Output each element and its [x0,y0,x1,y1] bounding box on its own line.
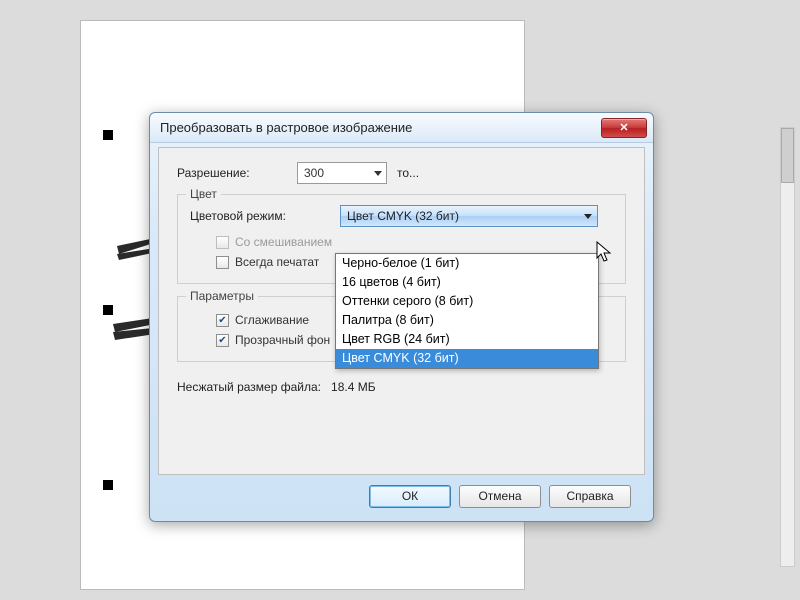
cancel-label: Отмена [478,489,521,503]
antialias-checkbox[interactable] [216,314,229,327]
chevron-down-icon [374,171,382,176]
vertical-scrollbar[interactable] [780,127,795,567]
list-bullet [103,480,113,490]
close-button[interactable] [601,118,647,138]
antialias-label: Сглаживание [235,313,309,327]
option-16colors-4bit[interactable]: 16 цветов (4 бит) [336,273,598,292]
list-bullet [103,305,113,315]
ok-label: ОК [402,489,418,503]
overprint-checkbox[interactable] [216,256,229,269]
color-mode-value: Цвет CMYK (32 бит) [347,209,459,223]
dialog-titlebar[interactable]: Преобразовать в растровое изображение [150,113,653,143]
dither-checkbox [216,236,229,249]
ok-button[interactable]: ОК [369,485,451,508]
list-bullet [103,130,113,140]
resolution-units: то... [397,166,419,180]
option-grayscale-8bit[interactable]: Оттенки серого (8 бит) [336,292,598,311]
chevron-down-icon[interactable] [581,208,595,224]
resolution-value: 300 [304,166,324,180]
filesize-value: 18.4 МБ [331,380,376,394]
overprint-label: Всегда печатат [235,255,319,269]
help-label: Справка [566,489,613,503]
filesize-row: Несжатый размер файла: 18.4 МБ [177,380,626,394]
transparent-label: Прозрачный фон [235,333,330,347]
color-mode-label: Цветовой режим: [190,209,340,223]
help-button[interactable]: Справка [549,485,631,508]
option-cmyk-32bit[interactable]: Цвет CMYK (32 бит) [336,349,598,368]
option-bw-1bit[interactable]: Черно-белое (1 бит) [336,254,598,273]
resolution-label: Разрешение: [177,166,297,180]
option-palette-8bit[interactable]: Палитра (8 бит) [336,311,598,330]
transparent-checkbox[interactable] [216,334,229,347]
params-group-legend: Параметры [186,289,258,303]
dialog-button-bar: ОК Отмена Справка [158,479,645,513]
scrollbar-thumb[interactable] [781,128,794,183]
color-group-legend: Цвет [186,187,221,201]
mouse-cursor-icon [596,241,614,263]
color-mode-dropdown[interactable]: Черно-белое (1 бит) 16 цветов (4 бит) От… [335,253,599,369]
dither-label: Со смешиванием [235,235,332,249]
dither-checkbox-row: Со смешиванием [216,235,613,249]
filesize-label: Несжатый размер файла: [177,380,321,394]
resolution-row: Разрешение: 300 то... [177,162,626,184]
color-mode-combo[interactable]: Цвет CMYK (32 бит) [340,205,598,227]
resolution-input[interactable]: 300 [297,162,387,184]
option-rgb-24bit[interactable]: Цвет RGB (24 бит) [336,330,598,349]
dialog-title: Преобразовать в растровое изображение [160,120,601,135]
cancel-button[interactable]: Отмена [459,485,541,508]
